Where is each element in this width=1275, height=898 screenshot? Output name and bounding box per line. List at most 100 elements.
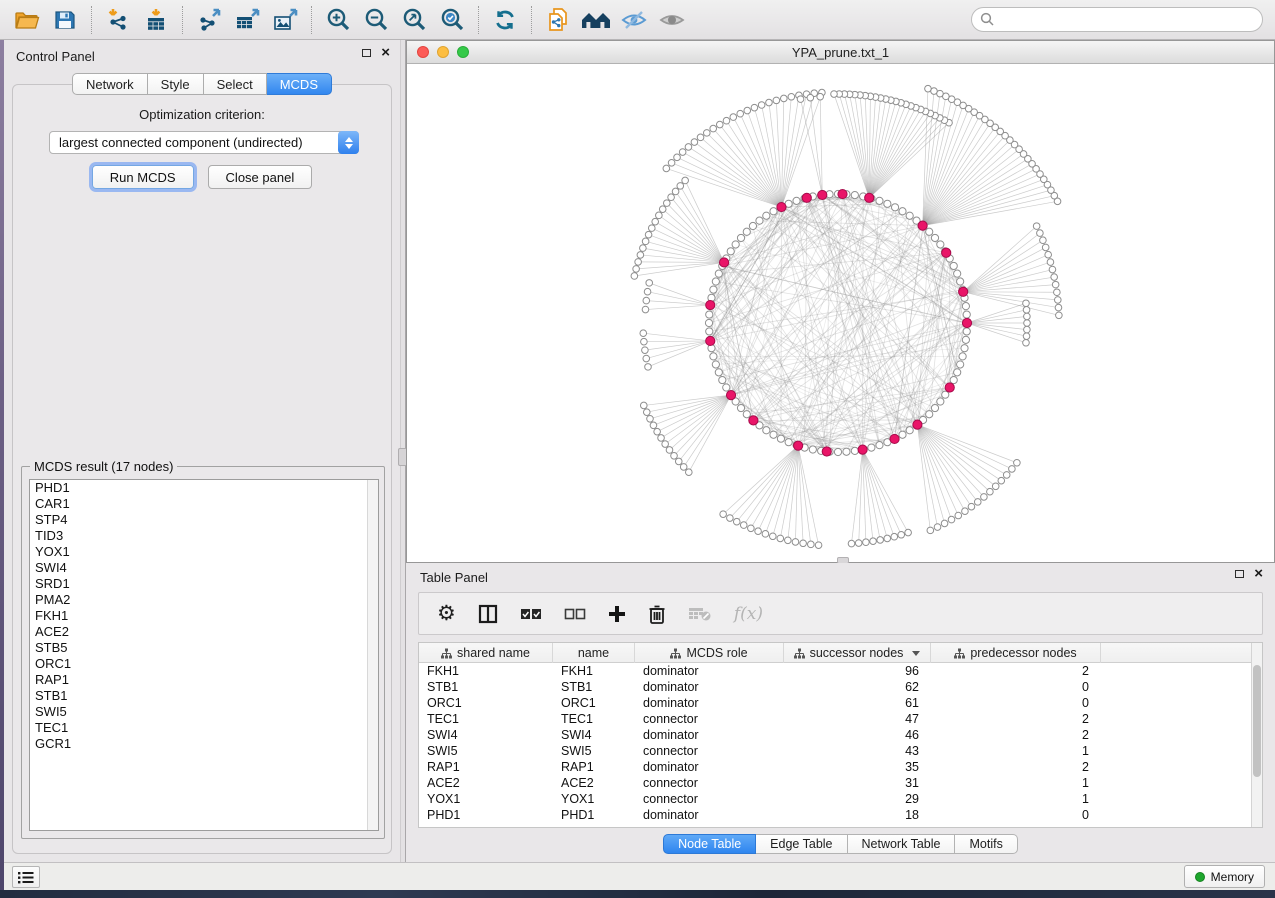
result-list-item[interactable]: SWI4 [30,560,378,576]
result-list-item[interactable]: PMA2 [30,592,378,608]
tab-network-table[interactable]: Network Table [848,834,956,854]
criterion-dropdown[interactable]: largest connected component (undirected) [49,131,359,154]
tab-mcds[interactable]: MCDS [267,73,332,95]
tab-motifs[interactable]: Motifs [955,834,1017,854]
table-cell[interactable]: connector [635,711,784,727]
export-network-button[interactable] [190,4,228,36]
table-scrollbar[interactable] [1251,643,1262,827]
table-cell[interactable]: SWI4 [419,727,553,743]
function-builder-button[interactable]: f(x) [734,604,763,624]
table-cell[interactable]: FKH1 [419,663,553,679]
table-cell[interactable]: 2 [931,759,1101,775]
table-cell[interactable]: RAP1 [553,759,635,775]
table-row[interactable]: RAP1RAP1dominator352 [419,759,1262,775]
result-list-item[interactable]: TID3 [30,528,378,544]
table-cell[interactable]: 2 [931,663,1101,679]
table-cell[interactable]: 96 [784,663,931,679]
table-cell[interactable]: connector [635,791,784,807]
table-cell[interactable]: 47 [784,711,931,727]
table-cell[interactable]: dominator [635,695,784,711]
save-session-button[interactable] [46,4,84,36]
table-cell[interactable]: RAP1 [419,759,553,775]
table-cell[interactable]: STB1 [553,679,635,695]
table-cell[interactable]: 43 [784,743,931,759]
table-cell[interactable]: 46 [784,727,931,743]
table-row[interactable]: FKH1FKH1dominator962 [419,663,1262,679]
open-session-button[interactable] [8,4,46,36]
first-neighbors-button[interactable] [577,4,615,36]
mcds-result-list[interactable]: PHD1CAR1STP4TID3YOX1SWI4SRD1PMA2FKH1ACE2… [29,479,379,831]
result-list-item[interactable]: TEC1 [30,720,378,736]
table-row[interactable]: PHD1PHD1dominator180 [419,807,1262,823]
run-mcds-button[interactable]: Run MCDS [92,165,194,189]
result-list-item[interactable]: CAR1 [30,496,378,512]
table-row[interactable]: SWI4SWI4dominator462 [419,727,1262,743]
table-cell[interactable]: 31 [784,775,931,791]
column-header-predecessor-nodes[interactable]: predecessor nodes [931,643,1101,663]
result-list-scrollbar[interactable] [367,480,378,830]
close-panel-icon[interactable]: × [381,48,390,58]
delete-column-button[interactable] [648,604,666,624]
table-settings-button[interactable]: ⚙ [437,604,456,624]
refresh-view-button[interactable] [486,4,524,36]
table-cell[interactable]: ORC1 [419,695,553,711]
export-image-button[interactable] [266,4,304,36]
export-table-button[interactable] [228,4,266,36]
table-cell[interactable]: 1 [931,791,1101,807]
hide-selected-button[interactable] [615,4,653,36]
close-table-panel-icon[interactable]: × [1254,569,1263,579]
table-cell[interactable]: 2 [931,711,1101,727]
result-list-item[interactable]: FKH1 [30,608,378,624]
table-cell[interactable]: SWI5 [419,743,553,759]
table-cell[interactable]: YOX1 [419,791,553,807]
result-list-item[interactable]: ACE2 [30,624,378,640]
table-cell[interactable]: dominator [635,663,784,679]
table-cell[interactable]: FKH1 [553,663,635,679]
table-cell[interactable]: PHD1 [553,807,635,823]
table-row[interactable]: ACE2ACE2connector311 [419,775,1262,791]
table-cell[interactable]: 0 [931,679,1101,695]
zoom-out-button[interactable] [357,4,395,36]
column-header-shared-name[interactable]: shared name [419,643,553,663]
task-history-button[interactable] [12,866,40,888]
tab-edge-table[interactable]: Edge Table [756,834,847,854]
column-header-successor-nodes[interactable]: successor nodes [784,643,931,663]
show-all-button[interactable] [653,4,691,36]
column-header-mcds-role[interactable]: MCDS role [635,643,784,663]
table-cell[interactable]: SWI4 [553,727,635,743]
table-cell[interactable]: 62 [784,679,931,695]
table-cell[interactable]: ACE2 [419,775,553,791]
deselect-all-button[interactable] [564,607,586,621]
result-list-item[interactable]: STB1 [30,688,378,704]
table-cell[interactable]: 35 [784,759,931,775]
table-row[interactable]: TEC1TEC1connector472 [419,711,1262,727]
table-cell[interactable]: PHD1 [419,807,553,823]
table-cell[interactable]: YOX1 [553,791,635,807]
network-window-titlebar[interactable]: YPA_prune.txt_1 [407,41,1274,64]
close-panel-button[interactable]: Close panel [208,165,313,189]
memory-button[interactable]: Memory [1184,865,1265,888]
table-cell[interactable]: 0 [931,695,1101,711]
search-input[interactable] [971,7,1263,32]
table-cell[interactable]: dominator [635,679,784,695]
tab-network[interactable]: Network [72,73,148,95]
table-cell[interactable]: 61 [784,695,931,711]
toggle-columns-button[interactable] [478,604,498,624]
table-cell[interactable]: 29 [784,791,931,807]
zoom-in-button[interactable] [319,4,357,36]
result-list-item[interactable]: STB5 [30,640,378,656]
table-scrollbar-thumb[interactable] [1253,665,1261,777]
add-column-button[interactable] [608,605,626,623]
float-table-panel-icon[interactable] [1235,570,1244,578]
table-cell[interactable]: TEC1 [419,711,553,727]
duplicate-network-button[interactable] [539,4,577,36]
network-canvas[interactable] [407,64,1274,562]
result-list-item[interactable]: RAP1 [30,672,378,688]
table-cell[interactable]: dominator [635,759,784,775]
result-list-item[interactable]: STP4 [30,512,378,528]
table-cell[interactable]: SWI5 [553,743,635,759]
table-cell[interactable]: ACE2 [553,775,635,791]
table-cell[interactable]: 0 [931,807,1101,823]
result-list-item[interactable]: YOX1 [30,544,378,560]
table-cell[interactable]: 1 [931,743,1101,759]
